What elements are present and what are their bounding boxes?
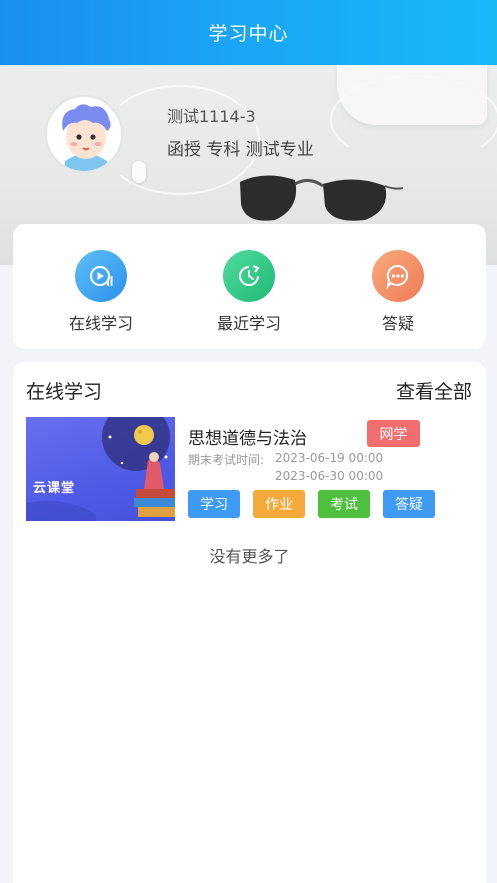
- quick-action-qa[interactable]: 答疑: [338, 250, 458, 334]
- quick-action-label: 答疑: [381, 314, 414, 333]
- no-more-text: 没有更多了: [209, 547, 290, 566]
- section-title: 在线学习: [26, 381, 103, 403]
- page-title: 学习中心: [208, 23, 289, 45]
- background-photo-cable: [330, 75, 497, 165]
- exam-time-label: 期末考试时间:: [188, 453, 265, 467]
- quick-action-online-study[interactable]: 在线学习: [41, 250, 161, 334]
- course-thumbnail[interactable]: 云课堂: [26, 417, 175, 521]
- clock-icon: [223, 250, 275, 302]
- exam-end-time: 2023-06-30 00:00: [275, 469, 384, 483]
- view-all-link[interactable]: 查看全部: [396, 377, 472, 404]
- background-photo-earbud: [132, 161, 146, 183]
- study-button[interactable]: 学习: [188, 490, 240, 518]
- course-thumbnail-illustration: [26, 417, 175, 521]
- play-video-icon: [75, 250, 127, 302]
- quick-action-label: 在线学习: [68, 314, 133, 333]
- chat-bubble-icon: [372, 250, 424, 302]
- background-photo-sunglasses: [240, 175, 404, 221]
- exam-start-time: 2023-06-19 00:00: [275, 451, 384, 465]
- user-name: 测试1114-3: [167, 107, 256, 126]
- quick-action-recent-study[interactable]: 最近学习: [189, 250, 309, 334]
- online-study-section: 在线学习 查看全部 云课堂 思想道德与法治 网学 期末考试时间: 2023-06…: [13, 362, 486, 883]
- course-thumbnail-brand: 云课堂: [33, 481, 76, 496]
- top-bar: 学习中心: [0, 0, 497, 65]
- quick-actions-card: 在线学习 最近学习 答疑: [13, 224, 486, 349]
- course-type-badge: 网学: [367, 420, 420, 447]
- exam-button[interactable]: 考试: [318, 490, 370, 518]
- homework-button[interactable]: 作业: [253, 490, 305, 518]
- avatar[interactable]: [45, 95, 123, 173]
- course-title[interactable]: 思想道德与法治: [188, 424, 307, 449]
- quick-action-label: 最近学习: [216, 314, 281, 333]
- user-program-info: 函授 专科 测试专业: [167, 140, 314, 160]
- qa-button[interactable]: 答疑: [383, 490, 435, 518]
